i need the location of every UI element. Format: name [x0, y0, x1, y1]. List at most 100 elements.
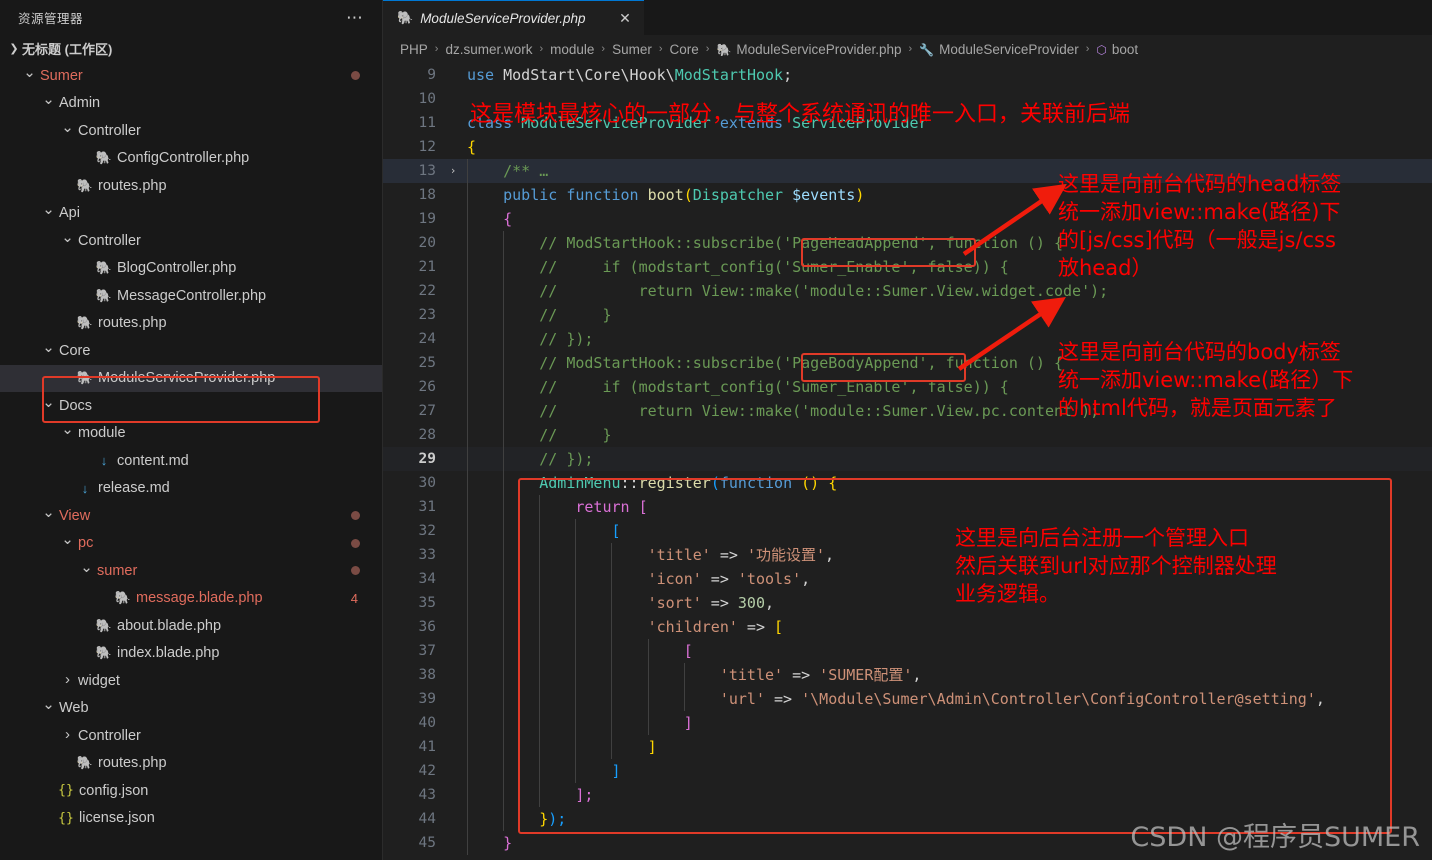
- breadcrumb-label: module: [550, 41, 595, 57]
- tree-item[interactable]: ⌄ View: [0, 502, 382, 530]
- tree-item[interactable]: 🐘 about.blade.php: [0, 612, 382, 640]
- code-line[interactable]: 33 'title' => '功能设置',: [383, 543, 1432, 567]
- code-line[interactable]: 41]: [383, 735, 1432, 759]
- indent-guide: [467, 591, 468, 615]
- php-icon: 🐘: [397, 10, 414, 25]
- code-text: return [: [575, 498, 648, 516]
- code-line[interactable]: 40]: [383, 711, 1432, 735]
- indent-guide: [539, 591, 541, 615]
- breadcrumb-item[interactable]: module: [550, 42, 594, 57]
- tree-item[interactable]: ⌄ Admin: [0, 90, 382, 118]
- code-line[interactable]: 19 {: [383, 207, 1432, 231]
- code-line[interactable]: 25 // ModStartHook::subscribe('PageBodyAp…: [383, 351, 1432, 375]
- code-text: // });: [539, 450, 594, 468]
- code-line[interactable]: 26 // if (modstart_config('Sumer_Enable',…: [383, 375, 1432, 399]
- tree-item[interactable]: ↓ content.md: [0, 447, 382, 475]
- indent-guide: [611, 543, 613, 567]
- code-line[interactable]: 45}: [383, 831, 1432, 855]
- tree-item[interactable]: ⌄ Core: [0, 337, 382, 365]
- code-line[interactable]: 9 use ModStart\Core\Hook\ModStartHook;: [383, 63, 1432, 87]
- code-line[interactable]: 20 // ModStartHook::subscribe('PageHeadAp…: [383, 231, 1432, 255]
- code-line[interactable]: 11 class ModuleServiceProvider extends Se…: [383, 111, 1432, 135]
- tree-item-label: Sumer: [40, 67, 83, 84]
- code-line[interactable]: 21 // if (modstart_config('Sumer_Enable',…: [383, 255, 1432, 279]
- fold-arrow-icon[interactable]: ›: [446, 159, 460, 183]
- tree-item[interactable]: 🐘 routes.php: [0, 310, 382, 338]
- tree-item[interactable]: 🐘 ModuleServiceProvider.php: [0, 364, 382, 392]
- code-line[interactable]: 44});: [383, 807, 1432, 831]
- indent-guide: [467, 255, 468, 279]
- tree-item[interactable]: ⌄ module: [0, 420, 382, 448]
- breadcrumb-label: PHP: [400, 41, 428, 57]
- tree-item[interactable]: › widget: [0, 667, 382, 695]
- tree-item[interactable]: ⌄ sumer: [0, 557, 382, 585]
- code-line[interactable]: 27 // return View::make('module::Sumer.Vi…: [383, 399, 1432, 423]
- code-line[interactable]: 36 'children' => [: [383, 615, 1432, 639]
- tree-item[interactable]: ⌄ Sumer: [0, 62, 382, 90]
- tree-item[interactable]: 🐘 MessageController.php: [0, 282, 382, 310]
- tree-item[interactable]: 🐘 BlogController.php: [0, 255, 382, 283]
- breadcrumb[interactable]: PHP › dz.sumer.work › module › Sumer › Core › 🐘 Mod…: [383, 35, 1432, 63]
- tree-item[interactable]: ⌄ Controller: [0, 227, 382, 255]
- tree-item[interactable]: ⌄ Api: [0, 200, 382, 228]
- tree-item[interactable]: {} config.json: [0, 777, 382, 805]
- tree-item[interactable]: ⌄ Docs: [0, 392, 382, 420]
- code-line[interactable]: 37 [: [383, 639, 1432, 663]
- tree-item[interactable]: › Controller: [0, 722, 382, 750]
- code-line[interactable]: 39 'url' => '\Module\Sumer\Admin\Controll…: [383, 687, 1432, 711]
- tab-module-service-provider[interactable]: 🐘 ModuleServiceProvider.php ✕: [383, 0, 644, 35]
- code-line[interactable]: 18 public function boot(Dispatcher $event…: [383, 183, 1432, 207]
- code-text: 'icon' => 'tools',: [647, 570, 811, 588]
- tree-item[interactable]: ⌄ Controller: [0, 117, 382, 145]
- indent-guide: [611, 591, 613, 615]
- tree-item[interactable]: 🐘 routes.php: [0, 172, 382, 200]
- code-line[interactable]: 34 'icon' => 'tools',: [383, 567, 1432, 591]
- code-line[interactable]: 22 // return View::make('module::Sumer.Vi…: [383, 279, 1432, 303]
- tree-item[interactable]: ⌄ pc: [0, 530, 382, 558]
- code-editor[interactable]: 9 use ModStart\Core\Hook\ModStartHook; 10 1…: [383, 63, 1432, 860]
- tree-item[interactable]: 🐘 index.blade.php: [0, 640, 382, 668]
- indent-guide: [503, 639, 505, 663]
- breadcrumb-item[interactable]: 🐘 ModuleServiceProvider.php: [716, 42, 901, 57]
- code-line[interactable]: 12 {: [383, 135, 1432, 159]
- code-line[interactable]: 24 // });: [383, 327, 1432, 351]
- breadcrumb-item[interactable]: dz.sumer.work: [445, 42, 532, 57]
- indent-guide: [503, 447, 505, 471]
- breadcrumb-separator: ›: [705, 43, 710, 55]
- breadcrumb-item[interactable]: 🔧 ModuleServiceProvider: [919, 42, 1079, 57]
- close-icon[interactable]: ✕: [616, 10, 634, 27]
- code-line[interactable]: 28 // }: [383, 423, 1432, 447]
- code-line[interactable]: 30 AdminMenu::register(function () {: [383, 471, 1432, 495]
- breadcrumb-item[interactable]: ⬡ boot: [1096, 42, 1138, 57]
- code-line[interactable]: 31 return [: [383, 495, 1432, 519]
- indent-guide: [503, 807, 505, 831]
- code-line[interactable]: 29 // });: [383, 447, 1432, 471]
- code-line[interactable]: 38 'title' => 'SUMER配置',: [383, 663, 1432, 687]
- code-line[interactable]: 23 // }: [383, 303, 1432, 327]
- code-line[interactable]: 42]: [383, 759, 1432, 783]
- indent-guide: [575, 519, 577, 543]
- breadcrumb-item[interactable]: Sumer: [612, 42, 652, 57]
- code-text: [: [683, 642, 693, 660]
- code-line[interactable]: 43];: [383, 783, 1432, 807]
- indent-guide: [647, 639, 649, 663]
- tree-item[interactable]: 🐘 routes.php: [0, 750, 382, 778]
- tree-item[interactable]: {} license.json: [0, 805, 382, 833]
- breadcrumb-label: Core: [669, 41, 699, 57]
- indent-guide: [467, 183, 468, 207]
- code-line[interactable]: 35 'sort' => 300,: [383, 591, 1432, 615]
- workspace-root-row[interactable]: ❯ 无标题 (工作区): [0, 35, 382, 62]
- breadcrumb-item[interactable]: PHP: [400, 42, 428, 57]
- code-line[interactable]: 32 [: [383, 519, 1432, 543]
- tree-item[interactable]: 🐘 message.blade.php 4: [0, 585, 382, 613]
- tree-item[interactable]: 🐘 ConfigController.php: [0, 145, 382, 173]
- code-line[interactable]: 13 › /** …: [383, 159, 1432, 183]
- ellipsis-icon[interactable]: ⋯: [342, 9, 368, 26]
- code-line[interactable]: 10: [383, 87, 1432, 111]
- tree-item[interactable]: ↓ release.md: [0, 475, 382, 503]
- tree-item[interactable]: ⌄ Web: [0, 695, 382, 723]
- breadcrumb-separator: ›: [601, 43, 606, 55]
- indent-guide: [503, 423, 505, 447]
- php-file-icon: 🐘: [95, 150, 113, 166]
- breadcrumb-item[interactable]: Core: [670, 42, 699, 57]
